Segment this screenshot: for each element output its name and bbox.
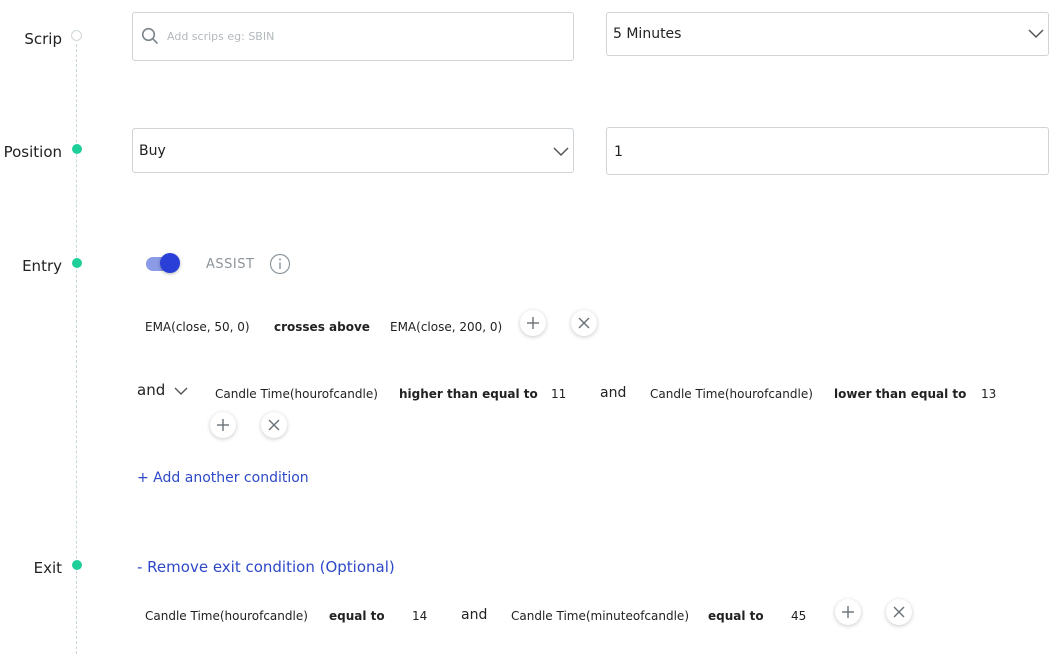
entry-cond2-add-button[interactable]: [210, 412, 236, 438]
step-label-exit: Exit: [33, 559, 62, 577]
plus-icon: [217, 419, 229, 431]
exit-cond-remove-button[interactable]: [886, 599, 912, 625]
scrip-search-placeholder: Add scrips eg: SBIN: [167, 30, 275, 43]
quantity-value: 1: [614, 144, 623, 160]
entry-joiner-value: and: [137, 381, 166, 399]
entry-cond2-operator2[interactable]: lower than equal to: [834, 387, 966, 401]
step-dot-scrip: [71, 30, 82, 41]
step-dot-entry: [72, 258, 82, 268]
plus-icon: [842, 606, 854, 618]
close-icon: [893, 606, 905, 618]
chevron-down-icon: [553, 147, 569, 157]
exit-cond-operator2[interactable]: equal to: [708, 609, 764, 623]
position-side-value: Buy: [139, 143, 166, 159]
add-another-condition-link[interactable]: + Add another condition: [137, 470, 309, 486]
exit-cond-left2[interactable]: Candle Time(minuteofcandle): [511, 609, 689, 623]
entry-cond2-value2[interactable]: 13: [981, 387, 996, 401]
step-label-scrip: Scrip: [24, 30, 62, 48]
entry-cond2-and: and: [600, 385, 627, 401]
assist-label: ASSIST: [206, 257, 255, 272]
entry-cond1-left[interactable]: EMA(close, 50, 0): [145, 320, 250, 334]
exit-cond-operator[interactable]: equal to: [329, 609, 385, 623]
entry-cond1-right[interactable]: EMA(close, 200, 0): [390, 320, 502, 334]
entry-cond2-left[interactable]: Candle Time(hourofcandle): [215, 387, 378, 401]
assist-toggle-knob: [160, 253, 180, 273]
step-label-entry: Entry: [22, 257, 62, 275]
assist-toggle[interactable]: [146, 253, 180, 273]
close-icon: [578, 317, 590, 329]
step-dot-position: [72, 144, 82, 154]
plus-icon: [527, 317, 539, 329]
entry-joiner-select[interactable]: and: [137, 381, 193, 401]
step-label-position: Position: [3, 143, 62, 161]
exit-cond-and: and: [461, 607, 488, 623]
entry-cond1-operator[interactable]: crosses above: [274, 320, 370, 334]
exit-cond-left[interactable]: Candle Time(hourofcandle): [145, 609, 308, 623]
entry-cond2-remove-button[interactable]: [261, 412, 287, 438]
quantity-input[interactable]: 1: [606, 127, 1049, 175]
interval-select[interactable]: 5 Minutes: [606, 12, 1049, 56]
entry-cond1-remove-button[interactable]: [571, 310, 597, 336]
exit-cond-value[interactable]: 14: [412, 609, 427, 623]
interval-select-value: 5 Minutes: [613, 26, 682, 42]
exit-cond-value2[interactable]: 45: [791, 609, 806, 623]
search-icon: [141, 27, 158, 44]
position-side-select[interactable]: Buy: [132, 128, 574, 173]
entry-cond2-value[interactable]: 11: [551, 387, 566, 401]
info-icon[interactable]: [269, 253, 291, 275]
entry-cond1-add-button[interactable]: [520, 310, 546, 336]
chevron-down-icon: [174, 387, 188, 395]
exit-cond-add-button[interactable]: [835, 599, 861, 625]
remove-exit-condition-link[interactable]: - Remove exit condition (Optional): [137, 558, 395, 576]
chevron-down-icon: [1028, 29, 1044, 39]
close-icon: [268, 419, 280, 431]
entry-cond2-operator[interactable]: higher than equal to: [399, 387, 538, 401]
scrip-search-input[interactable]: Add scrips eg: SBIN: [132, 12, 574, 61]
entry-cond2-left2[interactable]: Candle Time(hourofcandle): [650, 387, 813, 401]
step-dot-exit: [72, 560, 82, 570]
